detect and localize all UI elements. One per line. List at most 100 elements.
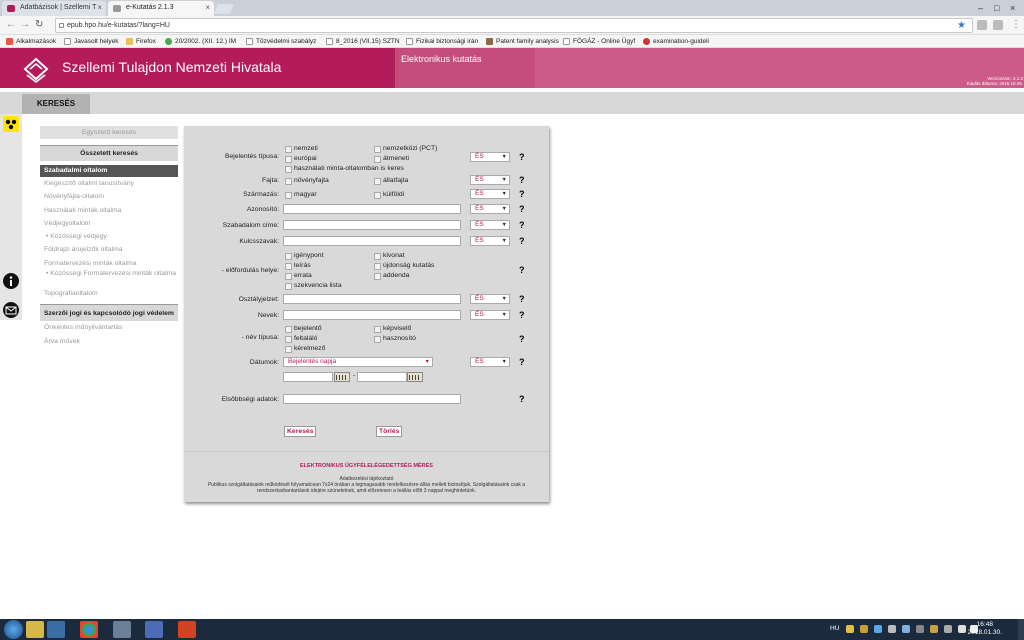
help-icon[interactable]: ?	[519, 334, 525, 344]
checkbox-feltalalo[interactable]: feltaláló	[285, 335, 317, 343]
azonosito-input[interactable]	[283, 204, 461, 214]
checkbox-addenda[interactable]: addenda	[374, 272, 409, 280]
tray-icon[interactable]	[860, 625, 868, 633]
help-icon[interactable]: ?	[519, 294, 525, 304]
close-tab-icon[interactable]: ×	[205, 1, 210, 15]
info-icon[interactable]	[3, 273, 19, 289]
mail-icon[interactable]	[3, 302, 19, 318]
help-icon[interactable]: ?	[519, 236, 525, 246]
reload-icon[interactable]: ↻	[35, 19, 43, 31]
page-info-icon[interactable]	[59, 23, 64, 28]
minimize-icon[interactable]: –	[978, 2, 983, 14]
checkbox-magyar[interactable]: magyar	[285, 191, 317, 199]
calendar-icon[interactable]	[334, 372, 350, 382]
vpn-icon[interactable]	[113, 621, 131, 638]
nevek-input[interactable]	[283, 310, 461, 320]
menu-item-onkentes[interactable]: Önkéntes műnyilvántartás	[40, 321, 178, 334]
operator-select[interactable]: ÉS ▼	[470, 357, 510, 367]
checkbox-novenyfajta[interactable]: növényfajta	[285, 177, 329, 185]
help-icon[interactable]: ?	[519, 175, 525, 185]
help-icon[interactable]: ?	[519, 265, 525, 275]
bookmark-item[interactable]: Fizikai biztonsági irán	[406, 36, 478, 47]
menu-item-arva-muvek[interactable]: Árva művek	[40, 335, 178, 348]
bookmark-item[interactable]: Firefox	[126, 36, 156, 47]
forward-icon[interactable]: →	[20, 19, 30, 31]
osztalyjelzet-input[interactable]	[283, 294, 461, 304]
network-icon[interactable]	[958, 625, 966, 633]
calendar-icon[interactable]	[407, 372, 423, 382]
menu-item-novenyfajta[interactable]: Növényfajta-oltalom	[40, 190, 178, 203]
checkbox-kepviselo[interactable]: képviselő	[374, 325, 411, 333]
tray-icon[interactable]	[874, 625, 882, 633]
date-to-input[interactable]	[357, 372, 407, 382]
menu-item-szabadalmi-oltalom[interactable]: Szabadalmi oltalom	[40, 165, 178, 177]
checkbox-hasznalati-minta[interactable]: használati minta-oltalomban is keres	[285, 165, 404, 173]
start-button[interactable]	[4, 620, 23, 639]
menu-item-topografia[interactable]: Topográfiaoltalom	[40, 287, 178, 300]
operator-select[interactable]: ÉS ▼	[470, 294, 510, 304]
tray-icon[interactable]	[902, 625, 910, 633]
extension-icon[interactable]	[977, 20, 987, 30]
checkbox-atmeneti[interactable]: átmeneti	[374, 155, 409, 163]
help-icon[interactable]: ?	[519, 189, 525, 199]
input-language[interactable]: HU	[830, 625, 839, 632]
bookmark-item[interactable]: Javasolt helyek	[64, 36, 118, 47]
close-window-icon[interactable]: ×	[1010, 2, 1015, 14]
operator-select[interactable]: ÉS ▼	[470, 236, 510, 246]
help-icon[interactable]: ?	[519, 394, 525, 404]
menu-item-kozossegi-vedjegy[interactable]: • Közösségi védjegy	[40, 230, 178, 243]
checkbox-errata[interactable]: errata	[285, 272, 312, 280]
help-icon[interactable]: ?	[519, 310, 525, 320]
accessibility-icon[interactable]	[3, 116, 19, 132]
operator-select[interactable]: ÉS ▼	[470, 204, 510, 214]
browser-tab-ekutatas[interactable]: e-Kutatás 2.1.3 ×	[108, 1, 214, 16]
tray-icon[interactable]	[930, 625, 938, 633]
checkbox-kerelmezo[interactable]: kérelmező	[285, 345, 325, 353]
menu-item-formatervezesi[interactable]: Formatervezési minták oltalma	[40, 257, 178, 270]
media-player-icon[interactable]	[47, 621, 65, 638]
menu-item-kiegeszito[interactable]: Kiegészítő oltalmi tanúsítvány	[40, 177, 178, 190]
hpo-logo-icon[interactable]	[22, 55, 50, 83]
date-type-select[interactable]: Bejelentés napja ▼	[283, 357, 433, 367]
bookmark-item[interactable]: 8_2016 (VII.15) SZTN	[326, 36, 400, 47]
bookmark-item[interactable]: examination-guideli	[643, 36, 709, 47]
bookmark-item[interactable]: FÖGÁZ - Online Ügyf	[563, 36, 635, 47]
bookmark-item[interactable]: 20/2002. (XII. 12.) IM	[165, 36, 236, 47]
satisfaction-survey-link[interactable]: ELEKTRONIKUS ÜGYFÉLELÉGEDETTSÉG MÉRÉS	[184, 463, 549, 469]
checkbox-leiras[interactable]: leírás	[285, 262, 311, 270]
checkbox-kivonat[interactable]: kivonat	[374, 252, 405, 260]
tray-icon[interactable]	[888, 625, 896, 633]
new-tab-button[interactable]	[214, 4, 234, 14]
browser-tab-adatbazisok[interactable]: Adatbázisok | Szellemi T ×	[2, 1, 106, 16]
tray-icon[interactable]	[916, 625, 924, 633]
bookmark-item[interactable]: Patent family analysis	[486, 36, 559, 47]
clear-button[interactable]: Törlés	[376, 426, 403, 437]
chrome-icon[interactable]	[80, 621, 98, 638]
menu-item-vedjegy[interactable]: Védjegyoltalom	[40, 217, 178, 230]
checkbox-kulfoldi[interactable]: külföldi	[374, 191, 404, 199]
bookmark-item[interactable]: Alkalmazások	[6, 36, 56, 47]
elsobbsegi-adatok-input[interactable]	[283, 394, 461, 404]
close-tab-icon[interactable]: ×	[97, 1, 102, 15]
operator-select[interactable]: ÉS ▼	[470, 220, 510, 230]
checkbox-bejelento[interactable]: bejelentő	[285, 325, 322, 333]
show-desktop-button[interactable]	[1018, 619, 1024, 640]
menu-complex-search[interactable]: Összetett keresés	[40, 145, 178, 161]
operator-select[interactable]: ÉS ▼	[470, 189, 510, 199]
checkbox-ujdonsag-kutatas[interactable]: újdonság kutatás	[374, 262, 434, 270]
help-icon[interactable]: ?	[519, 220, 525, 230]
menu-item-kozossegi-formatervezesi[interactable]: • Közösségi Formatervezési minták oltalm…	[40, 270, 178, 287]
checkbox-nemzetkozi-pct[interactable]: nemzetközi (PCT)	[374, 145, 437, 153]
tray-icon[interactable]	[846, 625, 854, 633]
system-clock[interactable]: 16:48 2018.01.30.	[968, 621, 1002, 637]
menu-section-szerzoi[interactable]: Szerzői jogi és kapcsolódó jogi védelem	[40, 304, 178, 322]
save-app-icon[interactable]	[145, 621, 163, 638]
operator-select[interactable]: ÉS ▼	[470, 175, 510, 185]
extension-icon[interactable]	[993, 20, 1003, 30]
date-from-input[interactable]	[283, 372, 333, 382]
menu-icon[interactable]: ⋮	[1011, 19, 1021, 31]
file-explorer-icon[interactable]	[26, 621, 44, 638]
maximize-icon[interactable]: □	[994, 2, 999, 14]
operator-select[interactable]: ÉS ▼	[470, 152, 510, 162]
checkbox-nemzeti[interactable]: nemzeti	[285, 145, 318, 153]
